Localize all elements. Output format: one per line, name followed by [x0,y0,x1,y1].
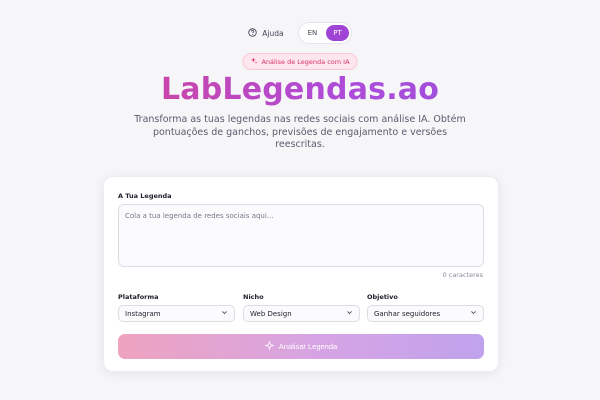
objective-label: Objetivo [367,293,398,301]
objective-value: Ganhar seguidores [374,309,441,318]
chevron-down-icon [221,309,228,318]
caption-textarea[interactable] [118,204,484,267]
chevron-down-icon [346,309,353,318]
top-bar: Ajuda EN PT [0,22,600,44]
help-label: Ajuda [262,28,284,38]
platform-label: Plataforma [118,293,159,301]
platform-value: Instagram [125,309,161,318]
platform-select[interactable]: Instagram [118,305,235,322]
page-title: LabLegendas.ao [0,72,600,107]
caption-label: A Tua Legenda [118,192,172,200]
char-counter: 0 caracteres [442,271,483,279]
badge-label: Análise de Legenda com IA [261,57,350,66]
niche-value: Web Design [250,309,292,318]
help-link[interactable]: Ajuda [248,27,284,39]
analyze-caption-button[interactable]: Analisar Legenda [118,334,484,359]
objective-select[interactable]: Ganhar seguidores [367,305,484,322]
sparkle-icon [264,340,275,352]
page-subtitle: Transforma as tuas legendas nas redes so… [134,114,466,150]
niche-label: Nicho [243,293,264,301]
chevron-down-icon [470,309,477,318]
caption-form-card: A Tua Legenda 0 caracteres Plataforma In… [103,176,499,372]
lang-button-pt[interactable]: PT [326,25,349,41]
sparkles-icon [250,57,258,66]
help-circle-icon [248,27,257,39]
language-switcher: EN PT [297,22,352,44]
lang-button-en[interactable]: EN [301,25,325,41]
analyze-button-label: Analisar Legenda [278,342,338,351]
niche-select[interactable]: Web Design [243,305,360,322]
ai-badge: Análise de Legenda com IA [242,53,358,70]
